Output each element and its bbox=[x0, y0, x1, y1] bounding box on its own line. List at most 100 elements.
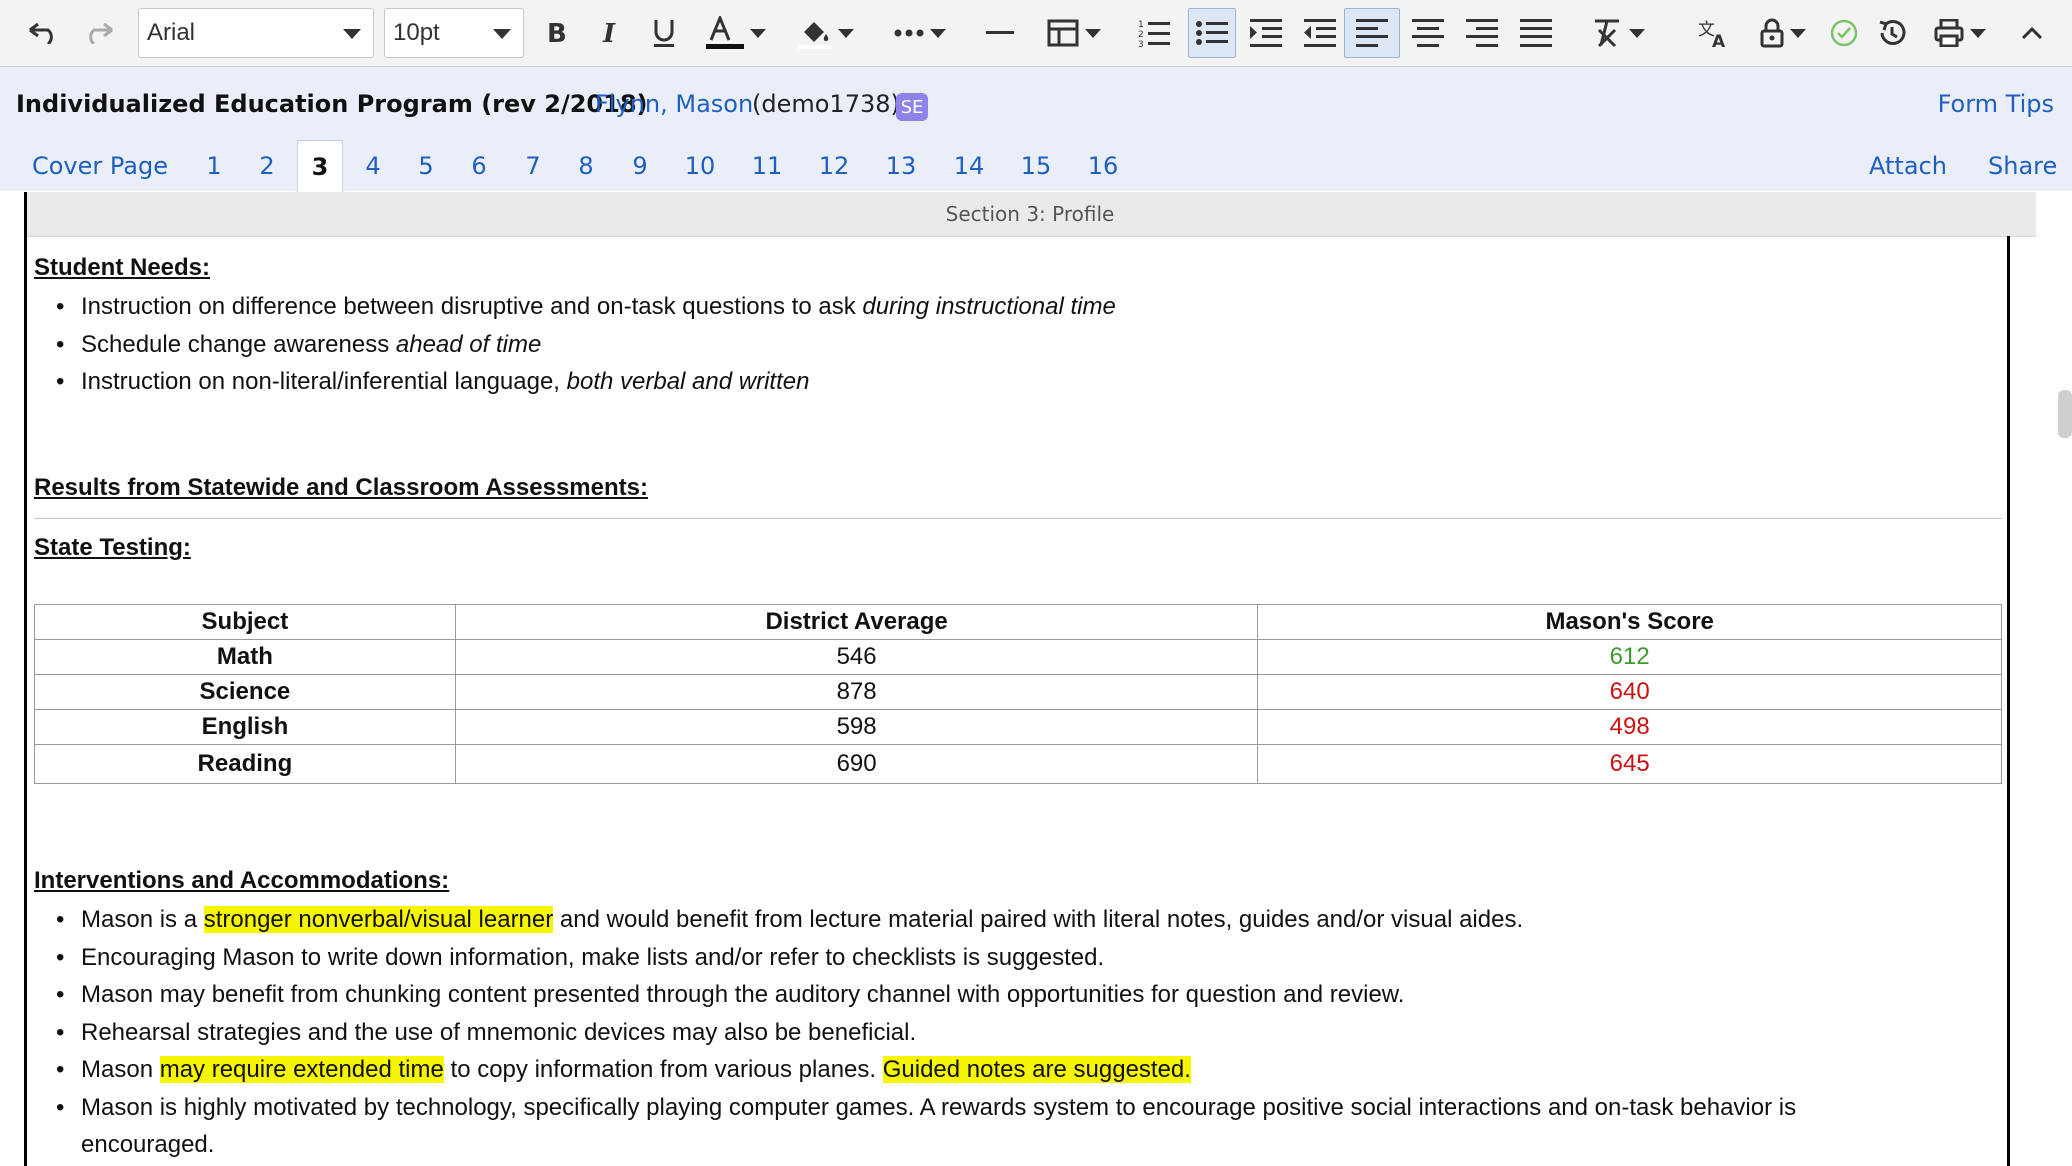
subject-cell: Reading bbox=[34, 744, 456, 784]
history-icon[interactable] bbox=[1876, 8, 1908, 58]
interventions-list: Mason is a stronger nonverbal/visual lea… bbox=[34, 901, 1796, 1164]
student-needs-list: Instruction on difference between disrup… bbox=[34, 288, 1116, 401]
svg-text:A: A bbox=[1712, 32, 1726, 48]
svg-text:1: 1 bbox=[1138, 20, 1144, 30]
interventions-heading: Interventions and Accommodations: bbox=[34, 867, 450, 894]
indent-icon[interactable] bbox=[1246, 8, 1286, 58]
editor-toolbar: Arial 10pt B I 123 文 A bbox=[0, 0, 2072, 67]
tab-12[interactable]: 12 bbox=[814, 140, 854, 192]
lock-icon[interactable] bbox=[1748, 8, 1818, 58]
document-border-right bbox=[2007, 236, 2010, 1166]
state-testing-heading: State Testing: bbox=[34, 534, 191, 561]
list-item: Schedule change awareness ahead of time bbox=[34, 326, 1116, 364]
table-row: Science 878 640 bbox=[34, 674, 2002, 710]
section-title-bar: Section 3: Profile bbox=[24, 192, 2036, 237]
tab-13[interactable]: 13 bbox=[881, 140, 921, 192]
column-header: Mason's Score bbox=[1257, 604, 2002, 640]
tab-2[interactable]: 2 bbox=[250, 140, 284, 192]
table-icon[interactable] bbox=[1038, 8, 1110, 58]
table-row: English 598 498 bbox=[34, 709, 2002, 745]
redo-icon[interactable] bbox=[74, 8, 124, 58]
chevron-down-icon bbox=[1970, 28, 1986, 38]
tab-4[interactable]: 4 bbox=[356, 140, 390, 192]
clear-formatting-icon[interactable] bbox=[1582, 8, 1654, 58]
bullet-list-icon[interactable] bbox=[1188, 8, 1236, 58]
student-id: (demo1738) bbox=[752, 90, 900, 118]
more-options-icon[interactable] bbox=[884, 8, 956, 58]
divider bbox=[34, 518, 2002, 519]
tab-11[interactable]: 11 bbox=[747, 140, 787, 192]
student-needs-heading: Student Needs: bbox=[34, 254, 211, 281]
print-icon[interactable] bbox=[1924, 8, 1996, 58]
list-item: Rehearsal strategies and the use of mnem… bbox=[34, 1014, 1796, 1052]
score-cell: 645 bbox=[1257, 744, 2002, 784]
tab-8[interactable]: 8 bbox=[569, 140, 603, 192]
align-center-icon[interactable] bbox=[1408, 8, 1448, 58]
chevron-down-icon bbox=[1629, 28, 1645, 38]
tab-7[interactable]: 7 bbox=[516, 140, 550, 192]
scrollbar-thumb[interactable] bbox=[2058, 390, 2072, 438]
underline-icon[interactable] bbox=[644, 8, 684, 58]
form-tips-link[interactable]: Form Tips bbox=[1938, 90, 2054, 118]
numbered-list-icon[interactable]: 123 bbox=[1134, 8, 1174, 58]
outdent-icon[interactable] bbox=[1300, 8, 1340, 58]
undo-icon[interactable] bbox=[18, 8, 68, 58]
svg-text:2: 2 bbox=[1138, 30, 1144, 40]
translate-icon[interactable]: 文A bbox=[1694, 8, 1734, 58]
tab-cover-page[interactable]: Cover Page bbox=[22, 140, 178, 192]
tab-9[interactable]: 9 bbox=[623, 140, 657, 192]
score-cell: 612 bbox=[1257, 639, 2002, 675]
tab-3[interactable]: 3 bbox=[297, 140, 343, 192]
subject-cell: Math bbox=[34, 639, 456, 675]
highlighted-text: stronger nonverbal/visual learner bbox=[203, 906, 554, 933]
tab-14[interactable]: 14 bbox=[949, 140, 989, 192]
font-family-value: Arial bbox=[147, 19, 196, 46]
table-header-row: Subject District Average Mason's Score bbox=[34, 604, 2002, 640]
svg-text:I: I bbox=[602, 20, 616, 46]
highlight-color-icon[interactable] bbox=[790, 8, 862, 58]
font-color-icon[interactable] bbox=[700, 8, 772, 58]
district-average-cell: 546 bbox=[454, 639, 1259, 675]
chevron-down-icon bbox=[493, 29, 511, 39]
attach-link[interactable]: Attach bbox=[1869, 140, 1947, 192]
font-size-select[interactable]: 10pt bbox=[384, 8, 524, 58]
horizontal-line-icon[interactable] bbox=[980, 8, 1020, 58]
score-cell: 498 bbox=[1257, 709, 2002, 745]
check-circle-icon[interactable] bbox=[1828, 8, 1860, 58]
align-justify-icon[interactable] bbox=[1516, 8, 1556, 58]
subject-cell: English bbox=[34, 709, 456, 745]
list-item: Mason may require extended time to copy … bbox=[34, 1051, 1796, 1089]
font-size-value: 10pt bbox=[393, 19, 440, 46]
section-title: Section 3: Profile bbox=[945, 202, 1115, 226]
bold-icon[interactable]: B bbox=[536, 8, 576, 58]
chevron-down-icon bbox=[750, 28, 766, 38]
tab-6[interactable]: 6 bbox=[462, 140, 496, 192]
share-link[interactable]: Share bbox=[1988, 140, 2057, 192]
list-item: Mason may benefit from chunking content … bbox=[34, 976, 1796, 1014]
subject-cell: Science bbox=[34, 674, 456, 710]
score-cell: 640 bbox=[1257, 674, 2002, 710]
align-left-icon[interactable] bbox=[1344, 8, 1400, 58]
tab-16[interactable]: 16 bbox=[1083, 140, 1123, 192]
italic-icon[interactable]: I bbox=[590, 8, 630, 58]
student-name-link[interactable]: Flynn, Mason bbox=[595, 90, 753, 118]
align-right-icon[interactable] bbox=[1462, 8, 1502, 58]
special-education-badge: SE bbox=[896, 93, 928, 121]
tab-1[interactable]: 1 bbox=[197, 140, 231, 192]
chevron-down-icon bbox=[838, 28, 854, 38]
list-item: Mason is highly motivated by technology,… bbox=[34, 1089, 1796, 1164]
district-average-cell: 598 bbox=[454, 709, 1259, 745]
tab-15[interactable]: 15 bbox=[1016, 140, 1056, 192]
list-item: Encouraging Mason to write down informat… bbox=[34, 939, 1796, 977]
svg-text:B: B bbox=[547, 20, 567, 46]
collapse-toolbar-icon[interactable] bbox=[2014, 8, 2050, 58]
tab-10[interactable]: 10 bbox=[680, 140, 720, 192]
font-family-select[interactable]: Arial bbox=[138, 8, 374, 58]
chevron-down-icon bbox=[1085, 28, 1101, 38]
list-item: Mason is a stronger nonverbal/visual lea… bbox=[34, 901, 1796, 939]
tab-5[interactable]: 5 bbox=[409, 140, 443, 192]
column-header: Subject bbox=[34, 604, 456, 640]
highlighted-text: may require extended time bbox=[159, 1056, 444, 1083]
highlighted-text: Guided notes are suggested. bbox=[882, 1056, 1191, 1083]
list-item: Instruction on non-literal/inferential l… bbox=[34, 363, 1116, 401]
